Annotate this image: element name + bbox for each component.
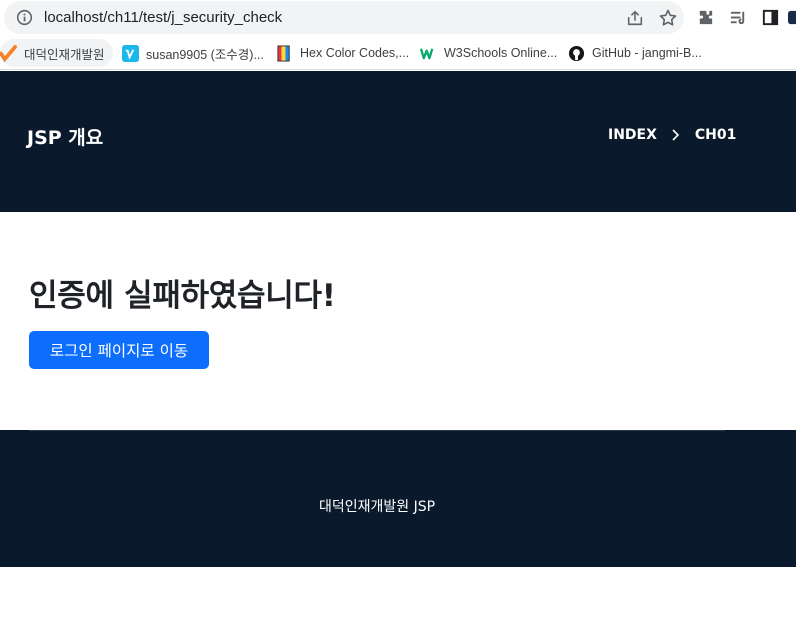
extensions-icon[interactable] [696,8,715,27]
site-brand[interactable]: JSP 개요 [27,123,103,150]
main-content: 인증에 실패하였습니다! 로그인 페이지로 이동 [0,212,796,430]
footer-divider [29,430,725,431]
bookmarks-bar: 대덕인재개발원 susan9905 (조수경)... Hex Color Cod… [0,36,796,70]
bookmark-item[interactable]: GitHub - jangmi-B... [568,39,702,67]
site-footer: 대덕인재개발원 JSP [0,430,796,567]
bookmark-item[interactable]: Hex Color Codes,... [276,39,409,67]
breadcrumb-item-ch01[interactable]: CH01 [695,127,736,143]
orange-check-icon [0,44,17,62]
address-bar[interactable]: localhost/ch11/test/j_security_check [4,1,684,34]
chevron-right-icon [672,129,680,141]
side-panel-icon[interactable] [761,8,780,27]
bookmark-item[interactable]: W3Schools Online... [420,39,557,67]
bookmark-label: 대덕인재개발원 [24,47,105,62]
reading-list-icon[interactable] [729,8,748,27]
site-info-icon[interactable] [16,9,33,26]
color-book-icon [277,44,290,62]
breadcrumb-item-index[interactable]: INDEX [608,127,657,143]
bookmark-item[interactable]: susan9905 (조수경)... [122,39,264,67]
share-icon[interactable] [626,9,644,27]
github-icon [568,45,585,61]
w3schools-icon [420,47,434,59]
page-title: 인증에 실패하였습니다! [29,278,336,314]
url-text[interactable]: localhost/ch11/test/j_security_check [44,9,282,26]
bookmark-item[interactable]: 대덕인재개발원 [0,39,113,67]
bookmark-label: Hex Color Codes,... [300,46,410,60]
page-bottom [0,567,796,632]
site-header: JSP 개요 INDEX CH01 [0,71,796,212]
browser-toolbar: localhost/ch11/test/j_security_check [0,0,796,36]
bookmark-label: susan9905 (조수경)... [146,47,264,62]
footer-text: 대덕인재개발원 JSP [318,499,436,515]
bookmark-label: GitHub - jangmi-B... [592,46,702,60]
bookmark-label: W3Schools Online... [444,46,558,60]
vimeo-icon [122,44,139,62]
bookmark-star-icon[interactable] [658,8,678,28]
profile-icon[interactable] [788,8,796,27]
go-to-login-button[interactable]: 로그인 페이지로 이동 [29,331,209,369]
breadcrumb: INDEX CH01 [608,127,736,143]
